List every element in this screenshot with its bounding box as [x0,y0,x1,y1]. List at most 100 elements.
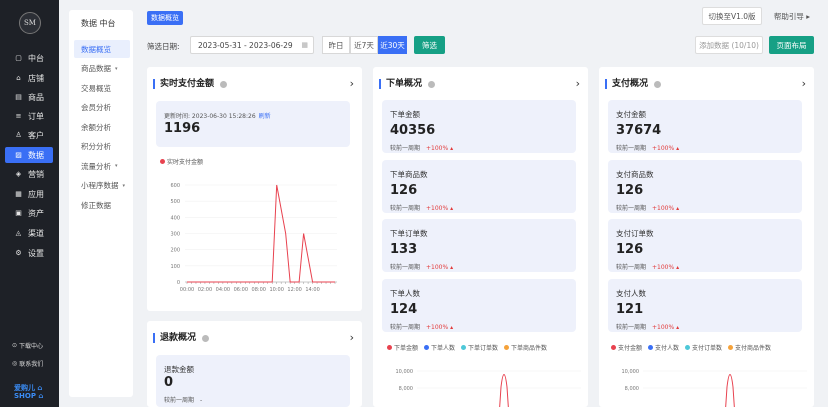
switch-version-button[interactable]: 切换至V1.0版 [702,7,762,25]
legend-item[interactable]: 支付人数 [648,343,679,352]
subnav-item[interactable]: 交易概览 [74,79,130,97]
page-tag-data-overview[interactable]: 数据概览 [147,11,183,25]
stat-compare: 较前一周期 +100% ▴ [390,203,453,212]
legend-dot-icon [728,345,734,350]
stat-compare-percent: +100% ▴ [426,145,454,152]
nav-icon: ▢ [15,54,22,62]
stat-compare-label: 较前一周期 [390,145,421,152]
contact-us-link[interactable]: ◎ 联系我们 [12,359,43,368]
stat-card[interactable]: 支付金额 37674 较前一周期 +100% ▴ [608,100,802,153]
legend-dot-icon [648,345,654,350]
nav-item[interactable]: ▤ 商品 [5,89,53,105]
nav-label: 订单 [28,111,44,121]
stat-card[interactable]: 支付商品数 126 较前一周期 +100% ▴ [608,159,802,213]
legend-item[interactable]: 支付订单数 [685,343,722,352]
download-center-link[interactable]: ⊙ 下载中心 [12,341,43,350]
subnav-item[interactable]: 商品数据 ▾ [74,60,130,78]
realtime-panel-title: 实时支付金额 [153,79,228,89]
legend-label: 实时支付金额 [167,159,204,166]
x-tick-label: 00:00 [180,287,194,293]
y-tick-label: 8,000 [399,386,413,392]
legend-item[interactable]: 支付商品件数 [728,343,771,352]
subnav-item[interactable]: 余额分析 [74,118,130,136]
legend-label: 支付人数 [655,345,680,352]
stat-compare-percent: +100% ▴ [652,145,680,152]
subnav-item[interactable]: 数据概览 [74,40,130,58]
subnav-item[interactable]: 小程序数据 ▾ [74,177,130,195]
chevron-right-icon[interactable]: › [350,331,354,344]
nav-item[interactable]: ▢ 中台 [5,50,53,66]
legend-label: 支付订单数 [692,345,723,352]
brand-line-2: SHOP ⌂ [14,392,44,400]
legend-label: 下单订单数 [468,345,499,352]
filter-button[interactable]: 筛选 [414,36,445,54]
stat-label: 下单订单数 [390,229,428,238]
nav-item[interactable]: ◈ 营销 [5,166,53,182]
range-7-days-button[interactable]: 近7天 [350,36,378,54]
nav-item[interactable]: ≡ 订单 [5,108,53,124]
stat-label: 支付商品数 [616,169,654,179]
page-layout-button[interactable]: 页面布局 [769,36,814,54]
legend-item[interactable]: 下单商品件数 [504,343,547,352]
nav-item[interactable]: ▨ 数据 [5,147,53,163]
subnav-item[interactable]: 积分分析 [74,138,130,156]
help-dot-icon[interactable] [220,80,228,88]
chevron-right-icon[interactable]: › [576,77,580,90]
help-guide-link[interactable]: 帮助引导 ▸ [770,7,814,25]
stat-compare-percent: +100% ▴ [652,323,680,331]
stat-label: 下单金额 [390,110,420,119]
refresh-link[interactable]: 刷新 [259,113,271,120]
legend-dot-icon [611,345,616,350]
nav-item[interactable]: ◬ 渠道 [5,225,53,241]
nav-item[interactable]: ▦ 应用 [5,186,53,202]
download-icon: ⊙ [12,342,18,349]
stat-card[interactable]: 下单人数 124 较前一周期 +100% ▴ [382,278,576,332]
subnav-item-label: 数据概览 [81,44,111,54]
y-tick-label: 0 [177,280,180,286]
x-tick-label: 14:00 [305,287,319,293]
nav-icon: ◈ [15,170,22,178]
orders-line-chart: 10,000 8,000 [396,369,581,407]
subnav-item-label: 交易概览 [81,83,111,93]
stat-card[interactable]: 下单金额 40356 较前一周期 +100% ▴ [382,100,576,153]
nav-item[interactable]: ▣ 资产 [5,205,53,221]
payments-panel: 支付概况 › 支付金额 37674 较前一周期 +100% ▴ 支付商品数 126 较前一周… [599,67,814,407]
app-logo[interactable]: SM [19,12,41,34]
legend-dot-icon [461,345,467,350]
date-range-input[interactable]: 2023-05-31 - 2023-06-29 ▦ [190,36,314,54]
chevron-right-icon[interactable]: › [802,77,806,90]
legend-item[interactable]: 下单订单数 [461,343,498,352]
stat-card[interactable]: 下单商品数 126 较前一周期 +100% ▴ [382,159,576,213]
nav-item[interactable]: ♙ 客户 [5,127,53,143]
subnav-item[interactable]: 流量分析 ▾ [74,157,130,175]
subnav-item[interactable]: 会员分析 [74,99,130,117]
nav-item[interactable]: ⌂ 店铺 [5,70,53,86]
help-dot-icon[interactable] [202,334,210,342]
stat-card[interactable]: 下单订单数 133 较前一周期 +100% ▴ [382,219,576,272]
add-data-button[interactable]: 添加数据 (10/10) [695,36,763,54]
stat-value: 126 [616,182,644,198]
payments-line-chart: 10,000 8,000 [622,369,807,407]
range-yesterday-button[interactable]: 昨日 [322,36,350,54]
refund-panel: 退款概况 › 退款金额 0 较前一周期 - [147,321,362,407]
help-dot-icon[interactable] [428,80,436,88]
range-30-days-button[interactable]: 近30天 [378,36,407,54]
help-dot-icon[interactable] [654,80,662,88]
updated-time: 更新时间: 2023-06-30 15:28:26 刷新 [164,111,271,120]
date-range-value: 2023-05-31 - 2023-06-29 [198,40,293,50]
stat-compare: 较前一周期 +100% ▴ [616,262,679,271]
legend-item[interactable]: 下单人数 [424,343,455,352]
stat-card[interactable]: 支付订单数 126 较前一周期 +100% ▴ [608,219,802,272]
chevron-down-icon: ▾ [115,65,118,72]
legend-item[interactable]: 下单金额 [387,343,418,352]
realtime-line-chart: 0 100 200 300 400 500 600 00:00 02:00 04:00 06:00 0… [170,183,337,293]
stat-card[interactable]: 支付人数 121 较前一周期 +100% ▴ [608,278,802,332]
nav-icon: ▦ [15,190,22,198]
subnav-item[interactable]: 修正数据 [74,196,130,214]
legend-item[interactable]: 支付金额 [611,343,642,352]
sub-navigation: 数据 中台 数据概览 商品数据 ▾ 交易概览 会员分析 余额分析 积分分析 流量分析 ▾ 小程序数… [69,10,133,397]
chevron-right-icon[interactable]: › [350,77,354,90]
subnav-item-label: 商品数据 [81,64,111,73]
nav-item[interactable]: ⚙ 设置 [5,245,53,261]
subnav-item-label: 流量分析 [81,161,111,171]
